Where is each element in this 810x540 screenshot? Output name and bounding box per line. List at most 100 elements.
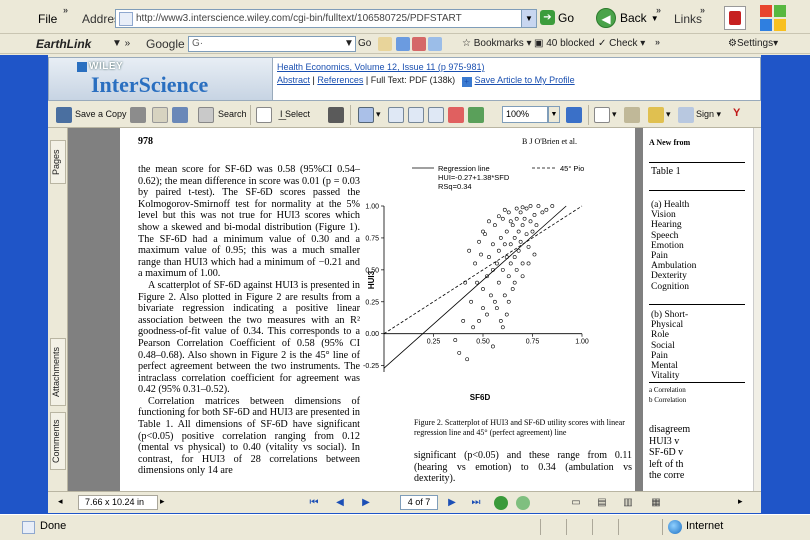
- binoculars-icon[interactable]: [172, 107, 188, 123]
- page-layout-icon[interactable]: [594, 107, 610, 123]
- google-logo[interactable]: Google: [146, 37, 185, 51]
- layout-dropdown-icon[interactable]: ▾: [612, 109, 617, 120]
- earthlink-dropdown-icon[interactable]: ▼ »: [112, 38, 130, 49]
- next-view-icon[interactable]: [516, 496, 530, 510]
- data-point: [500, 267, 505, 272]
- data-point: [504, 255, 509, 259]
- scroll-left-icon[interactable]: ◂: [58, 496, 63, 507]
- google-dropdown-icon[interactable]: ▼: [344, 38, 354, 49]
- tab-pages[interactable]: Pages: [50, 140, 66, 184]
- settings-button[interactable]: ⚙Settings▾: [728, 38, 778, 49]
- print-icon[interactable]: [130, 107, 146, 123]
- links-label[interactable]: Links: [674, 12, 702, 26]
- email-icon[interactable]: [152, 107, 168, 123]
- address-url[interactable]: http://www3.interscience.wiley.com/cgi-b…: [136, 13, 521, 24]
- continuous-icon[interactable]: ▤: [594, 495, 610, 511]
- references-link[interactable]: References: [317, 75, 363, 85]
- adobe-logo-icon[interactable]: Y: [733, 107, 740, 119]
- select-label: Select: [285, 109, 311, 119]
- google-search-input[interactable]: G·: [188, 36, 356, 52]
- comment-icon[interactable]: [648, 107, 664, 123]
- acrobat-icon[interactable]: [724, 6, 746, 30]
- actual-size-icon[interactable]: [408, 107, 424, 123]
- popup-blocker-button[interactable]: ▣ 40 blocked: [534, 38, 595, 49]
- zoom-dropdown-icon[interactable]: ▾: [376, 109, 381, 120]
- save-article-link[interactable]: Save Article to My Profile: [475, 75, 575, 85]
- journal-link[interactable]: Health Economics, Volume 12, Issue 11 (p…: [277, 61, 575, 74]
- search-icon[interactable]: [198, 107, 214, 123]
- chevron-icon[interactable]: »: [700, 5, 705, 15]
- data-point: [540, 210, 545, 215]
- status-divider: [540, 519, 541, 535]
- tools-icon[interactable]: [412, 37, 426, 51]
- continuous-facing-icon[interactable]: ▦: [648, 495, 664, 511]
- sign-icon[interactable]: [678, 107, 694, 123]
- fit-width-icon[interactable]: [428, 107, 444, 123]
- single-page-icon[interactable]: ▭: [568, 495, 584, 511]
- fit-page-icon[interactable]: [388, 107, 404, 123]
- star-icon[interactable]: [378, 37, 392, 51]
- chevron-icon[interactable]: »: [655, 37, 660, 47]
- address-input[interactable]: http://www3.interscience.wiley.com/cgi-b…: [115, 9, 537, 28]
- scroll-right-icon[interactable]: ▸: [738, 496, 743, 507]
- zoom-icon[interactable]: [358, 107, 374, 123]
- zoom-input[interactable]: 100%: [502, 106, 548, 123]
- zoom-select-dropdown[interactable]: ▼: [548, 106, 560, 123]
- options-icon[interactable]: [428, 37, 442, 51]
- comment-dropdown-icon[interactable]: ▾: [666, 109, 671, 120]
- last-page-button[interactable]: ⏭: [468, 495, 484, 511]
- data-point: [532, 252, 537, 257]
- file-menu[interactable]: File: [38, 12, 57, 26]
- vertical-scrollbar[interactable]: [753, 128, 761, 491]
- save-copy-button[interactable]: Save a Copy: [75, 109, 127, 119]
- search-button[interactable]: Search: [218, 109, 247, 119]
- news-icon[interactable]: [396, 37, 410, 51]
- save-icon[interactable]: [56, 107, 72, 123]
- next-page-button-2[interactable]: ▶: [444, 495, 460, 511]
- next-page-button[interactable]: ▶: [358, 495, 374, 511]
- select-tool-button[interactable]: I͟ Select: [280, 109, 310, 119]
- sign-button[interactable]: Sign ▾: [696, 109, 721, 120]
- bookmarks-button[interactable]: ☆ Bookmarks ▾: [462, 38, 532, 49]
- snapshot-icon[interactable]: [328, 107, 344, 123]
- address-dropdown-button[interactable]: ▼: [521, 10, 536, 27]
- google-go-button[interactable]: Go: [358, 38, 371, 49]
- figure-caption: Figure 2. Scatterplot of HUI3 and SF-6D …: [414, 418, 625, 437]
- status-divider: [592, 519, 593, 535]
- back-button[interactable]: ◀ Back ▼: [596, 8, 659, 28]
- previous-view-icon[interactable]: [494, 496, 508, 510]
- data-point: [520, 261, 525, 266]
- data-point: [475, 280, 479, 285]
- data-point: [526, 244, 531, 249]
- spell-check-button[interactable]: ✓ Check ▾: [598, 38, 645, 49]
- chevron-icon[interactable]: »: [63, 5, 68, 15]
- hand-tool-icon[interactable]: [256, 107, 272, 123]
- earthlink-logo[interactable]: EarthLink: [36, 37, 91, 51]
- rule: [649, 190, 745, 191]
- pdf-next-page[interactable]: A New from Table 1 (a) Health Vision Heari…: [643, 128, 753, 491]
- tab-comments[interactable]: Comments: [50, 412, 66, 470]
- security-zone-text: Internet: [686, 520, 724, 532]
- page-number-input[interactable]: 4 of 7: [400, 495, 438, 510]
- table-row-label: Cognition: [651, 281, 690, 292]
- first-page-button[interactable]: ⏮: [306, 495, 322, 511]
- tab-attachments[interactable]: Attachments: [50, 338, 66, 406]
- go-button[interactable]: ➔ Go: [540, 10, 574, 25]
- data-point: [469, 299, 474, 304]
- plus-icon[interactable]: +: [461, 77, 472, 87]
- text-line: the corre: [649, 470, 685, 481]
- zoom-in-icon[interactable]: [468, 107, 484, 123]
- chevron-icon[interactable]: »: [656, 5, 661, 15]
- rotate-icon[interactable]: [624, 107, 640, 123]
- interscience-logo[interactable]: WILEY InterScience: [49, 58, 273, 100]
- scroll-right-icon[interactable]: ▸: [160, 496, 165, 507]
- abstract-link[interactable]: Abstract: [277, 75, 310, 85]
- pdf-document-view[interactable]: 978 B J O'Brien et al. the mean score fo…: [68, 128, 753, 491]
- back-arrow-icon: ◀: [596, 8, 616, 28]
- zoom-out-icon[interactable]: [448, 107, 464, 123]
- facing-icon[interactable]: ▥: [620, 495, 636, 511]
- previous-page-button[interactable]: ◀: [332, 495, 348, 511]
- interscience-label: InterScience: [91, 72, 209, 97]
- help-icon[interactable]: [566, 107, 582, 123]
- pdf-page[interactable]: 978 B J O'Brien et al. the mean score fo…: [120, 128, 635, 491]
